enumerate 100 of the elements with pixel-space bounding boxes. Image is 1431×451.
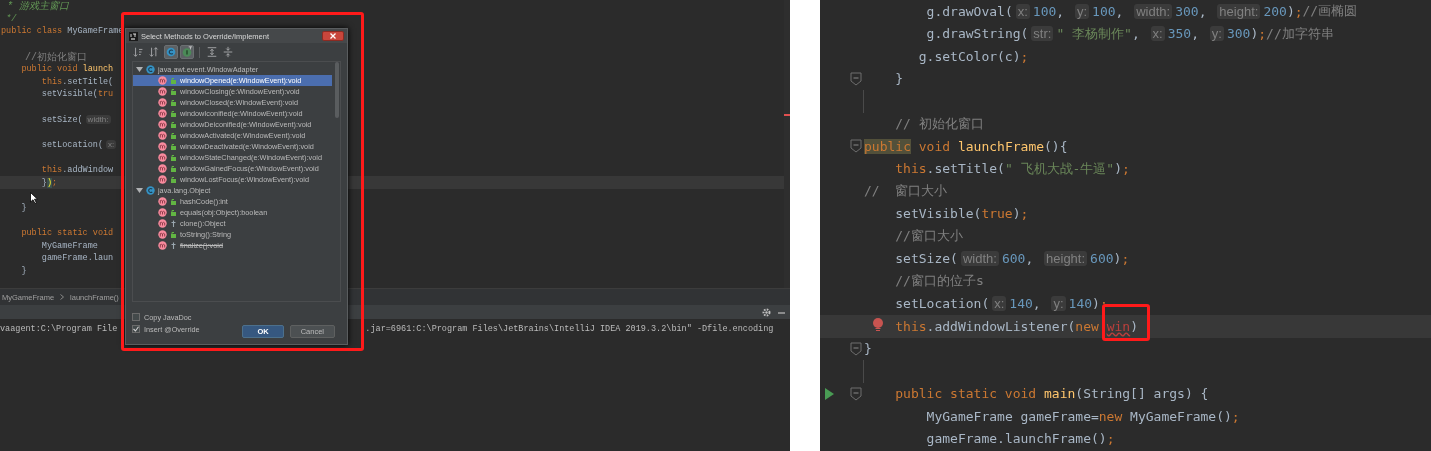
code-text: }	[21, 265, 27, 276]
lock-icon	[170, 98, 177, 107]
string-literal: " 李杨制作"	[1056, 24, 1132, 43]
keyword: public void	[21, 64, 78, 75]
code-text: MyGameFrame	[66, 26, 124, 37]
lock-icon	[170, 230, 177, 239]
code-comment: //窗口大小	[895, 227, 963, 246]
method-icon	[158, 208, 167, 217]
lightbulb-icon[interactable]	[872, 317, 884, 333]
run-icon[interactable]	[824, 387, 834, 400]
keyword: public class	[1, 26, 63, 37]
parameter-hint: height:	[1217, 3, 1261, 19]
number-literal: 600	[1090, 251, 1114, 267]
toolbar-toggle[interactable]	[221, 45, 235, 59]
keyword: ;	[1020, 206, 1029, 222]
method-icon	[158, 87, 167, 96]
keyword: ;	[1294, 3, 1303, 19]
checkbox[interactable]	[132, 325, 140, 333]
keyword: new	[1075, 318, 1100, 334]
code-text: MyGameFrame()	[1129, 408, 1232, 424]
keyword: public static void	[21, 228, 114, 238]
mouse-pointer-icon	[30, 192, 38, 204]
code-text: }	[41, 177, 47, 188]
keyword: ;	[1258, 26, 1267, 42]
toolbar-toggle[interactable]	[205, 45, 219, 59]
number-literal: 200	[1263, 3, 1287, 19]
fold-icon[interactable]	[850, 71, 862, 86]
lock-icon	[170, 208, 177, 217]
lock-icon	[170, 120, 177, 129]
collapse-all-icon	[222, 45, 234, 59]
method-icon	[158, 241, 167, 250]
code-text: .setTitle(	[62, 76, 114, 87]
parameter-hint: x:	[1015, 3, 1030, 19]
parameter-hint: height:	[1044, 251, 1088, 267]
code-text: (){	[1044, 138, 1068, 154]
parameter-hint: width:	[960, 251, 999, 267]
console-output: vaagent:C:\Program File	[0, 324, 118, 336]
expand-arrow-icon[interactable]	[136, 187, 143, 194]
sort-icon	[133, 45, 145, 59]
class-icon	[146, 65, 155, 74]
method-icon	[158, 219, 167, 228]
method-icon	[158, 197, 167, 206]
method-icon	[158, 76, 167, 85]
method-icon	[158, 230, 167, 239]
lock-icon	[170, 153, 177, 162]
code-text: .setTitle(	[926, 161, 1005, 177]
number-literal: 600	[1001, 251, 1026, 267]
settings-icon[interactable]	[762, 307, 771, 317]
fold-icon[interactable]	[850, 386, 862, 401]
code-text: ,	[1131, 26, 1141, 42]
code-comment: // 初始化窗口	[895, 114, 984, 133]
annotation-frame	[1102, 304, 1150, 341]
code-text: )	[1130, 318, 1138, 334]
method-icon	[158, 109, 167, 118]
keyword: this	[895, 318, 927, 334]
code-text: setLocation(	[41, 139, 103, 150]
code-text: ,	[1032, 296, 1042, 312]
lock-icon	[170, 175, 177, 184]
method-icon	[158, 120, 167, 129]
expand-arrow-icon[interactable]	[136, 66, 143, 73]
checkmark-icon	[133, 326, 139, 332]
method-icon	[158, 131, 167, 140]
keyword: this	[895, 161, 927, 177]
error-text: win	[1106, 318, 1131, 334]
code-text: )	[1113, 251, 1122, 267]
code-text: )	[1092, 296, 1100, 312]
close-icon	[330, 33, 336, 39]
interface-icon	[181, 45, 193, 59]
code-text: )	[1012, 206, 1021, 222]
number-literal: 140	[1068, 296, 1093, 312]
lock-icon	[170, 87, 177, 96]
parameter-hint: y:	[1074, 3, 1090, 19]
number-literal: 100	[1032, 3, 1057, 19]
code-comment: //画椭圆	[1302, 2, 1358, 21]
lock-icon	[170, 131, 177, 140]
parameter-hint: y:	[1051, 296, 1066, 312]
parameter-hint: x:	[992, 296, 1007, 312]
code-comment: // 窗口大小	[864, 182, 948, 201]
keyword: ;	[1122, 161, 1130, 177]
app-logo-icon	[129, 31, 138, 41]
fold-icon[interactable]	[850, 341, 862, 356]
checkbox[interactable]	[132, 313, 140, 321]
keyword: this	[41, 76, 63, 87]
close-button[interactable]	[322, 31, 344, 41]
parameter-hint: y:	[1209, 26, 1224, 42]
code-text: }	[21, 202, 27, 213]
code-text: gameFrame.laun	[41, 253, 114, 264]
code-text: g.setColor(c)	[918, 48, 1021, 64]
class-icon	[165, 45, 177, 59]
toolbar-toggle[interactable]	[180, 45, 194, 59]
keyword: ;	[52, 177, 58, 188]
class-icon	[146, 186, 155, 195]
matched-brace: )	[46, 177, 52, 188]
method-name: main	[1043, 386, 1076, 402]
code-text: ,	[1025, 251, 1035, 267]
fold-icon[interactable]	[850, 139, 862, 154]
console-output: .jar=6961:C:\Program Files\JetBrains\IntelliJ IDEA 2019.3.2\bin" -Dfile.encoding	[365, 324, 774, 336]
code-comment: //加字符串	[1266, 24, 1334, 43]
toolbar-toggle[interactable]	[164, 45, 178, 59]
parameter-hint: width:	[1134, 3, 1173, 19]
